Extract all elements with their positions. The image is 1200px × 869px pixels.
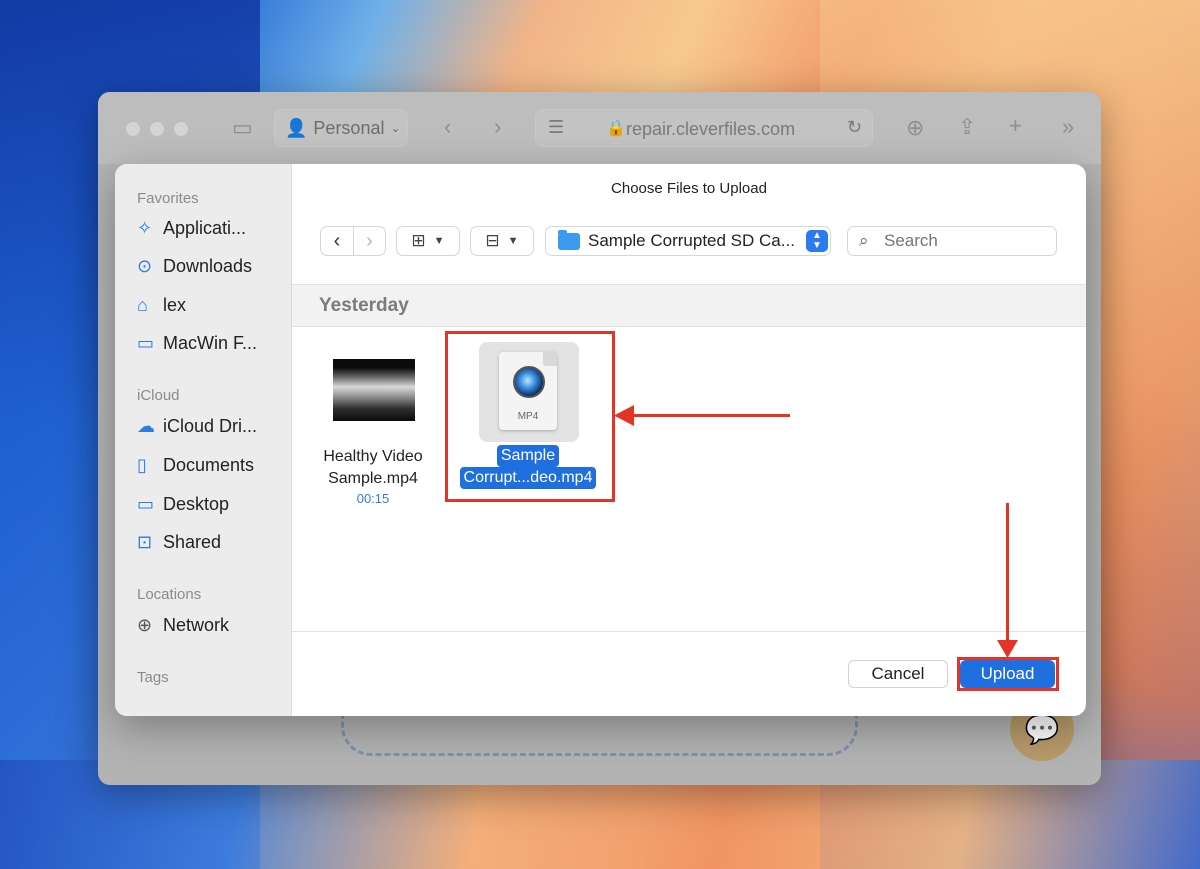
- desktop-icon: ▭: [137, 493, 155, 514]
- sidebar-item-label: Shared: [163, 531, 222, 552]
- forward-icon[interactable]: ›: [494, 116, 501, 138]
- download-circle-icon: ⊙: [137, 255, 153, 276]
- lock-icon: 🔒: [606, 120, 626, 137]
- video-thumbnail[interactable]: [333, 359, 415, 421]
- back-button[interactable]: ‹: [321, 227, 353, 255]
- annotation-box-upload: [957, 657, 1059, 691]
- sidebar-item-label: Desktop: [163, 493, 230, 514]
- search-input[interactable]: [847, 226, 1057, 256]
- forward-button[interactable]: ›: [352, 227, 385, 255]
- sidebar-item-home[interactable]: ⌂ lex: [137, 292, 186, 318]
- sidebar-item-label: Network: [163, 614, 230, 635]
- group-by-button[interactable]: ⊟ ▼: [470, 226, 534, 256]
- dialog-sidebar: Favorites ✧ Applicati... ⊙ Downloads ⌂ l…: [115, 164, 292, 716]
- overflow-icon[interactable]: »: [1062, 116, 1074, 138]
- chevron-left-icon: ‹: [333, 229, 341, 252]
- person-icon: 👤: [285, 117, 308, 138]
- sidebar-item-applications[interactable]: ✧ Applicati...: [137, 215, 246, 241]
- sidebar-toggle-icon[interactable]: ▭: [232, 117, 253, 139]
- sidebar-item-network[interactable]: ⊕ Network: [137, 612, 229, 638]
- downloads-icon[interactable]: ⊕: [906, 117, 924, 139]
- page-menu-icon[interactable]: ☰: [548, 117, 564, 138]
- up-down-stepper-icon: ▲ ▼: [806, 230, 828, 252]
- location-select[interactable]: Sample Corrupted SD Ca... ▲ ▼: [545, 226, 831, 256]
- share-icon[interactable]: ⇪: [958, 116, 976, 138]
- profile-button[interactable]: 👤 Personal ⌄: [274, 109, 408, 147]
- sidebar-section-tags: Tags: [137, 669, 169, 686]
- chevron-down-icon: ⌄: [390, 121, 401, 135]
- sidebar-item-label: lex: [163, 294, 187, 315]
- document-icon: ▯: [137, 454, 147, 475]
- app-store-icon: ✧: [137, 217, 153, 238]
- view-mode-button[interactable]: ⊞ ▼: [396, 226, 460, 256]
- group-header-label: Yesterday: [319, 295, 409, 316]
- sidebar-item-downloads[interactable]: ⊙ Downloads: [137, 253, 252, 279]
- sidebar-item-desktop[interactable]: ▭ Desktop: [137, 491, 229, 517]
- close-window-button[interactable]: [126, 122, 140, 136]
- folder-icon: ▭: [137, 332, 155, 353]
- sidebar-item-label: Applicati...: [163, 217, 247, 238]
- browser-toolbar: ▭ 👤 Personal ⌄ ‹ › ☰ 🔒 repair.cleverfile…: [98, 92, 1101, 164]
- sidebar-section-locations: Locations: [137, 586, 202, 603]
- back-icon[interactable]: ‹: [444, 116, 451, 138]
- annotation-arrow-head-down: [997, 640, 1018, 658]
- chevron-right-icon: ›: [366, 229, 373, 252]
- chevron-down-icon: ▼: [507, 235, 519, 247]
- sidebar-item-label: Downloads: [163, 255, 253, 276]
- annotation-arrow-shaft: [1006, 503, 1009, 643]
- sidebar-item-documents[interactable]: ▯ Documents: [137, 452, 254, 478]
- location-label: Sample Corrupted SD Ca...: [588, 231, 795, 250]
- grouped-grid-icon: ⊟: [485, 231, 500, 250]
- address-bar[interactable]: ☰ 🔒 repair.cleverfiles.com ↻: [535, 109, 873, 147]
- sidebar-item-label: iCloud Dri...: [163, 415, 258, 436]
- grid-icon: ⊞: [411, 231, 426, 250]
- annotation-box-selected-file: [445, 331, 615, 502]
- sidebar-item-macwin-folder[interactable]: ▭ MacWin F...: [137, 330, 257, 356]
- profile-label: Personal: [313, 117, 385, 138]
- cloud-icon: ☁: [137, 415, 155, 436]
- minimize-window-button[interactable]: [150, 122, 164, 136]
- folder-icon: [558, 229, 580, 250]
- nav-button-group: ‹ ›: [320, 226, 386, 256]
- sidebar-item-shared[interactable]: ⊡ Shared: [137, 529, 221, 555]
- cancel-button[interactable]: Cancel: [848, 660, 948, 688]
- footer-divider: [292, 631, 1086, 632]
- new-tab-icon[interactable]: +: [1009, 115, 1022, 137]
- sidebar-item-icloud-drive[interactable]: ☁ iCloud Dri...: [137, 413, 257, 439]
- url-text: repair.cleverfiles.com: [626, 119, 796, 139]
- annotation-arrow-head-left: [614, 405, 634, 426]
- sidebar-section-icloud: iCloud: [137, 387, 180, 404]
- file-name-line: Healthy Video: [323, 448, 423, 465]
- home-icon: ⌂: [137, 294, 148, 315]
- chevron-down-icon: ▼: [433, 235, 445, 247]
- reload-icon[interactable]: ↻: [847, 117, 862, 138]
- dialog-main: Choose Files to Upload ‹ › ⊞ ▼ ⊟ ▼ Sample …: [292, 164, 1086, 716]
- sidebar-item-label: MacWin F...: [163, 332, 258, 353]
- search-icon: ⌕: [859, 231, 869, 250]
- zoom-window-button[interactable]: [174, 122, 188, 136]
- globe-icon: ⊕: [137, 614, 153, 635]
- sidebar-section-favorites: Favorites: [137, 190, 199, 207]
- file-name-line: Sample.mp4: [328, 470, 418, 487]
- sidebar-item-label: Documents: [163, 454, 255, 475]
- video-duration: 00:15: [356, 491, 390, 506]
- dialog-title: Choose Files to Upload: [611, 180, 767, 197]
- shared-folder-icon: ⊡: [137, 531, 153, 552]
- annotation-arrow-shaft: [628, 414, 790, 417]
- file-name[interactable]: Healthy Video Sample.mp4: [292, 446, 454, 490]
- group-header: Yesterday: [292, 285, 1086, 327]
